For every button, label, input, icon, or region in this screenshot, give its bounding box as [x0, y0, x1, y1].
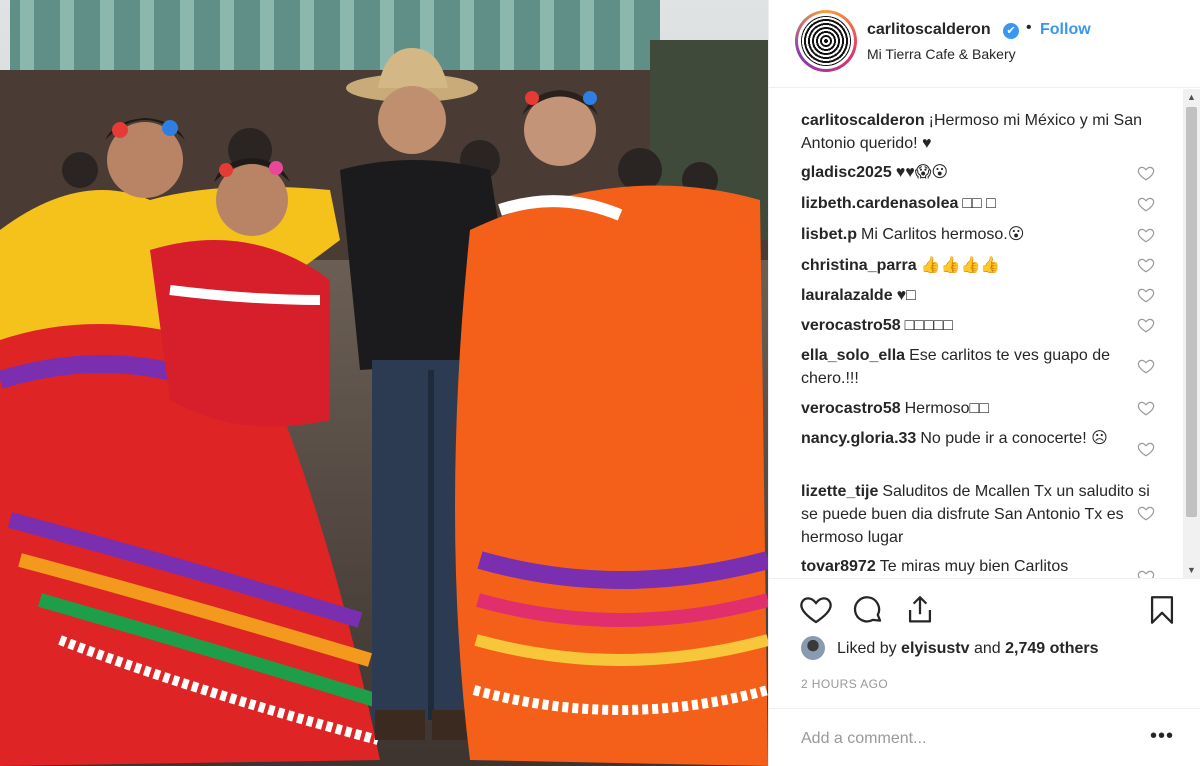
comment-username[interactable]: lauralazalde: [801, 287, 893, 304]
comment-username[interactable]: lizette_tije: [801, 483, 878, 500]
post-photo[interactable]: [0, 0, 768, 766]
bookmark-icon[interactable]: [1145, 593, 1179, 627]
comment-username[interactable]: gladisc2025: [801, 164, 892, 181]
comment-like-heart-icon[interactable]: [1137, 316, 1155, 334]
photo-illustration: [0, 0, 768, 766]
liker-username[interactable]: elyisustv: [901, 640, 969, 657]
comment-text: 👍👍👍👍: [920, 257, 1001, 274]
comment-item: lauralazalde ♥□: [801, 284, 1151, 307]
comment-username[interactable]: carlitoscalderon: [801, 112, 925, 129]
comment-username[interactable]: lisbet.p: [801, 226, 857, 243]
scroll-up-arrow-icon[interactable]: ▲: [1187, 92, 1196, 102]
scrollbar-thumb[interactable]: [1186, 107, 1197, 517]
comment-username[interactable]: christina_parra: [801, 257, 917, 274]
comment-like-heart-icon[interactable]: [1137, 399, 1155, 417]
comment-item: tovar8972 Te miras muy bien Carlitos: [801, 555, 1151, 578]
comment-text: Hermoso□□: [904, 400, 989, 417]
heart-icon[interactable]: [799, 593, 833, 627]
comment-item: verocastro58 □□□□□: [801, 314, 1151, 337]
add-comment-bar: •••: [769, 708, 1200, 766]
comment-like-heart-icon[interactable]: [1137, 504, 1155, 522]
likes-middle: and: [969, 640, 1006, 657]
comment-username[interactable]: verocastro58: [801, 400, 901, 417]
comment-like-heart-icon[interactable]: [1137, 195, 1155, 213]
share-icon[interactable]: [903, 593, 937, 627]
post-header: carlitoscalderon ✔ • Follow Mi Tierra Ca…: [769, 0, 1200, 88]
post-timestamp[interactable]: 2 HOURS AGO: [801, 677, 888, 691]
author-username[interactable]: carlitoscalderon: [867, 21, 991, 39]
comment-bubble-icon[interactable]: [851, 593, 885, 627]
comment-like-heart-icon[interactable]: [1137, 568, 1155, 578]
comment-like-heart-icon[interactable]: [1137, 256, 1155, 274]
header-separator: •: [1026, 19, 1032, 36]
comment-item: nancy.gloria.33 No pude ir a conocerte! ☹: [801, 427, 1151, 450]
comment-text: ♥□: [896, 287, 916, 304]
verified-badge-icon: ✔: [1003, 23, 1019, 39]
likes-count[interactable]: 2,749 others: [1005, 640, 1098, 657]
comment-like-heart-icon[interactable]: [1137, 164, 1155, 182]
add-comment-input[interactable]: [801, 727, 1131, 751]
comments-list: carlitoscalderon ¡Hermoso mi México y mi …: [769, 89, 1200, 578]
comment-item: lizbeth.cardenasolea □□ □: [801, 192, 1151, 215]
comment-username[interactable]: tovar8972: [801, 558, 876, 575]
post-side-panel: carlitoscalderon ✔ • Follow Mi Tierra Ca…: [768, 0, 1200, 766]
author-avatar[interactable]: [795, 10, 857, 72]
comments-scrollbar[interactable]: ▲ ▼: [1183, 89, 1200, 578]
comment-text: Te miras muy bien Carlitos: [879, 558, 1069, 575]
comment-item: ella_solo_ella Ese carlitos te ves guapo …: [801, 344, 1151, 390]
comment-item: verocastro58 Hermoso□□: [801, 397, 1151, 420]
comment-like-heart-icon[interactable]: [1137, 357, 1155, 375]
post-actions: [769, 578, 1200, 638]
comment-like-heart-icon[interactable]: [1137, 286, 1155, 304]
ellipsis-icon[interactable]: •••: [1150, 725, 1174, 748]
liker-avatar[interactable]: [801, 636, 825, 660]
comment-text: ♥♥😱😮: [895, 164, 949, 181]
comment-like-heart-icon[interactable]: [1137, 226, 1155, 244]
comment-text: □□ □: [962, 195, 996, 212]
likes-prefix: Liked by: [837, 640, 902, 657]
scroll-down-arrow-icon[interactable]: ▼: [1187, 565, 1196, 575]
comment-username[interactable]: nancy.gloria.33: [801, 430, 916, 447]
comment-item: gladisc2025 ♥♥😱😮: [801, 161, 1151, 184]
comment-item: lizette_tije Saluditos de Mcallen Tx un s…: [801, 480, 1151, 549]
comment-username[interactable]: verocastro58: [801, 317, 901, 334]
comment-username[interactable]: ella_solo_ella: [801, 347, 905, 364]
post-location[interactable]: Mi Tierra Cafe & Bakery: [867, 46, 1016, 62]
comment-item: christina_parra 👍👍👍👍: [801, 254, 1151, 277]
comment-text: Mi Carlitos hermoso.😮: [861, 226, 1025, 243]
caption: carlitoscalderon ¡Hermoso mi México y mi …: [801, 109, 1151, 155]
comment-username[interactable]: lizbeth.cardenasolea: [801, 195, 958, 212]
follow-button[interactable]: Follow: [1040, 21, 1091, 39]
likes-text: Liked by elyisustv and 2,749 others: [837, 640, 1099, 658]
comment-item: lisbet.p Mi Carlitos hermoso.😮: [801, 223, 1151, 246]
comment-text: □□□□□: [904, 317, 953, 334]
comment-text: No pude ir a conocerte! ☹: [920, 430, 1108, 447]
comment-like-heart-icon[interactable]: [1137, 440, 1155, 458]
